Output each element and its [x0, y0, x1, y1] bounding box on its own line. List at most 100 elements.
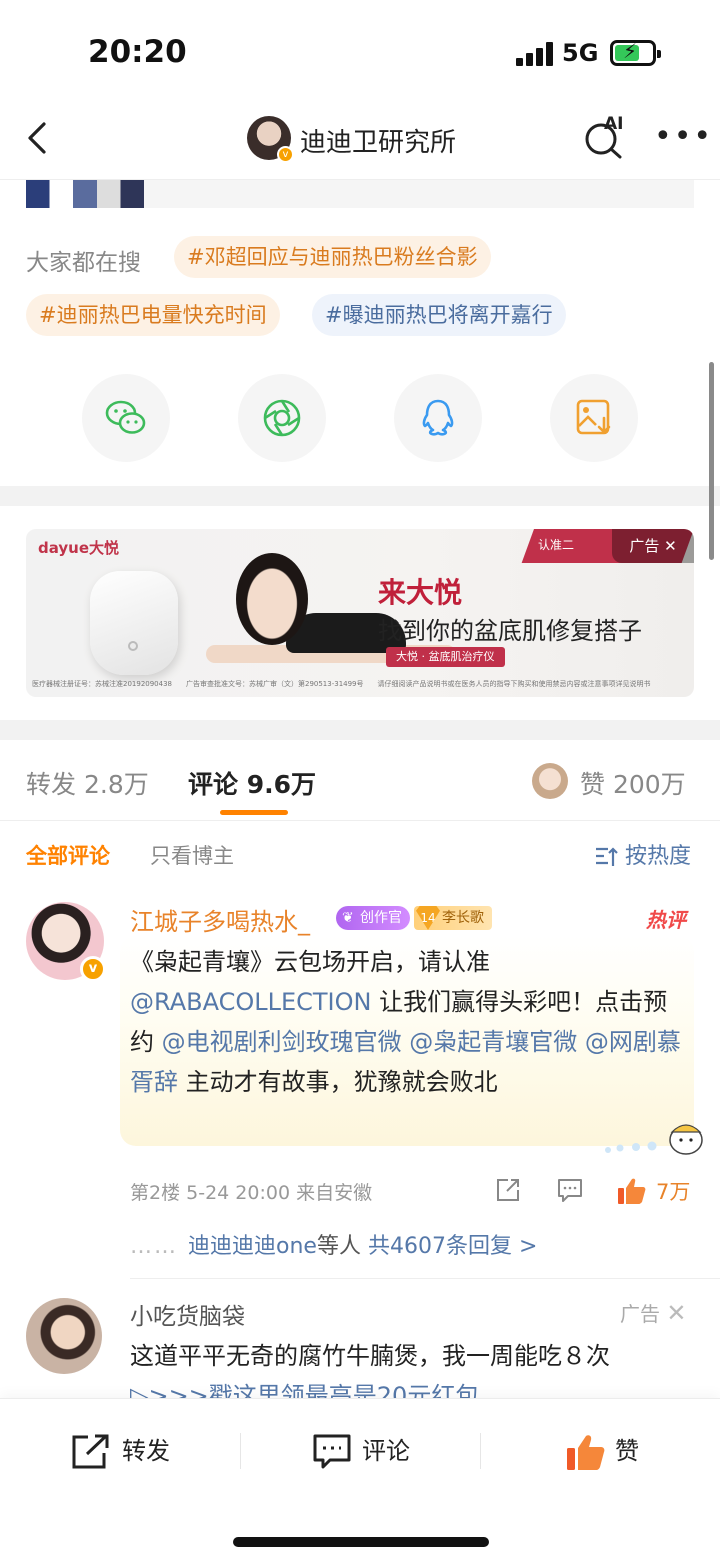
comment-count: 9.6万 [246, 770, 317, 799]
trending-topic[interactable]: #迪丽热巴电量快充时间 [26, 294, 280, 336]
comment-text-part: 主动才有故事，犹豫就会败北 [178, 1068, 498, 1096]
filter-op-only[interactable]: 只看博主 [150, 840, 234, 870]
trending-search-label: 大家都在搜 [26, 250, 141, 276]
tab-comments[interactable]: 评论 9.6万 [188, 765, 316, 801]
tab-label: 评论 [188, 770, 239, 799]
wechat-icon [105, 400, 146, 434]
like-button[interactable]: 赞 [565, 1431, 639, 1472]
hot-comment-tag: 热评 [646, 908, 686, 932]
divider [480, 1433, 481, 1469]
bottom-action-bar: 转发 评论 赞 [0, 1398, 720, 1561]
liker-avatar [532, 763, 568, 799]
mention-link[interactable]: @RABACOLLECTION [130, 988, 371, 1016]
previous-card-image [26, 180, 144, 208]
save-image-icon [576, 399, 611, 435]
tab-repost[interactable]: 转发 2.8万 [26, 765, 149, 801]
repost-icon [72, 1434, 109, 1469]
creator-badge-icon: ❦ [342, 910, 354, 926]
comment-label: 评论 [362, 1437, 410, 1465]
view-replies-link[interactable]: …… 迪迪迪迪one等人 共4607条回复 > [130, 1228, 537, 1260]
ad-product-pill: 大悦 · 盆底肌治疗仪 [386, 647, 505, 667]
ad-brand-logo: dayue大悦 [38, 539, 120, 557]
creator-badge-label: 创作官 [360, 910, 402, 926]
ad-fine-print: 医疗器械注册证号：苏械注准20192090438 广告审查批准文号：苏械广审（文… [32, 680, 651, 688]
blogger-avatar[interactable]: v [247, 116, 294, 163]
ad-commenter-avatar[interactable] [26, 1298, 102, 1374]
fan-level-name: 李长歌 [442, 910, 484, 926]
blogger-name[interactable]: 迪迪卫研究所 [300, 122, 456, 159]
qq-icon [422, 399, 454, 436]
sort-icon [596, 847, 618, 866]
like-icon [567, 1435, 605, 1470]
ad-commenter-name[interactable]: 小吃货脑袋 [130, 1297, 245, 1331]
replies-total: 共4607条回复 > [367, 1234, 538, 1259]
comment-text-part: 《枭起青壤》云包场开启，请认准 [130, 948, 490, 976]
active-tab-indicator [220, 810, 288, 815]
fan-level-badge[interactable]: 14 李长歌 [414, 906, 492, 930]
verified-icon: v [80, 956, 106, 982]
ad-subline: 找到你的盆底肌修复搭子 [378, 617, 642, 645]
divider [0, 820, 720, 821]
mention-link[interactable]: @枭起青壤官微 [409, 1028, 577, 1056]
ai-search-icon[interactable]: AI [582, 114, 628, 160]
creator-badge[interactable]: ❦ 创作官 [336, 906, 410, 930]
signal-icon [516, 42, 554, 66]
save-image-button[interactable] [550, 374, 638, 462]
divider [130, 1278, 720, 1279]
ad-banner[interactable]: dayue大悦 认准二 广告 ✕ 来大悦 找到你的盆底肌修复搭子 大悦 · 盆底… [26, 529, 694, 697]
ai-label: AI [604, 114, 624, 134]
ad-corner-text: 认准二 [537, 538, 574, 552]
divider [240, 1433, 241, 1469]
sort-label: 按热度 [625, 844, 692, 869]
section-gap [0, 486, 720, 506]
repost-button[interactable]: 转发 [70, 1431, 170, 1471]
ad-tag-label: 广告 [620, 1302, 660, 1326]
reply-users: 迪迪迪迪one [188, 1234, 317, 1259]
share-moments-button[interactable] [238, 374, 326, 462]
ad-tag-label: 广告 [629, 537, 660, 555]
like-count: 200万 [612, 770, 686, 799]
share-wechat-button[interactable] [82, 374, 170, 462]
replies-connector: 等人 [316, 1234, 361, 1259]
bubble-decoration-icon [605, 1124, 703, 1155]
back-icon[interactable] [20, 118, 60, 158]
ad-comment-link[interactable]: ▷>>>戳这里领最高是20元红包 [130, 1376, 479, 1400]
ad-comment-text: 这道平平无奇的腐竹牛腩煲，我一周能吃８次 [130, 1342, 610, 1370]
network-type: 5G [562, 39, 599, 67]
comment-icon [313, 1434, 351, 1469]
share-qq-button[interactable] [394, 374, 482, 462]
like-comment-icon[interactable] [616, 1176, 648, 1206]
repost-count: 2.8万 [83, 770, 149, 799]
tab-likes[interactable]: 赞 200万 [580, 765, 686, 801]
commenter-name[interactable]: 江城子多喝热水_ [130, 902, 310, 937]
close-icon: ✕ [666, 1299, 687, 1327]
ad-headline: 来大悦 [378, 576, 463, 609]
home-indicator[interactable] [233, 1537, 489, 1547]
reply-comment-icon[interactable] [556, 1176, 584, 1204]
moments-icon [263, 399, 301, 437]
tab-label: 赞 [580, 770, 606, 799]
mention-link[interactable]: @电视剧利剑玫瑰官微 [162, 1028, 402, 1056]
repost-label: 转发 [122, 1437, 170, 1465]
commenter-avatar[interactable]: v [26, 902, 106, 982]
more-icon[interactable]: ••• [654, 122, 713, 152]
comment-text-part [577, 1028, 585, 1056]
tab-label: 转发 [26, 770, 77, 799]
battery-icon: ⚡ [610, 39, 661, 66]
repost-comment-icon[interactable] [494, 1176, 522, 1204]
sort-by-heat-button[interactable]: 按热度 [594, 838, 691, 870]
scrollbar[interactable] [709, 362, 714, 560]
comment-button[interactable]: 评论 [312, 1431, 410, 1471]
top-nav: v 迪迪卫研究所 AI ••• [0, 98, 720, 180]
comment-meta: 第2楼 5-24 20:00 来自安徽 [130, 1182, 373, 1204]
verified-icon: v [277, 146, 294, 163]
ad-close-tag[interactable]: 广告 ✕ [620, 1298, 686, 1327]
comment-text: 《枭起青壤》云包场开启，请认准 @RABACOLLECTION 让我们赢得头彩吧！… [130, 942, 690, 1102]
trending-topic[interactable]: #邓超回应与迪丽热巴粉丝合影 [174, 236, 491, 278]
ad-close-tag[interactable]: 广告 ✕ [612, 529, 694, 563]
model-image [196, 543, 456, 683]
filter-all-comments[interactable]: 全部评论 [26, 840, 110, 870]
trending-topic[interactable]: #曝迪丽热巴将离开嘉行 [312, 294, 566, 336]
replies-dots: …… [130, 1234, 178, 1259]
comment-like-count: 7万 [656, 1180, 691, 1204]
